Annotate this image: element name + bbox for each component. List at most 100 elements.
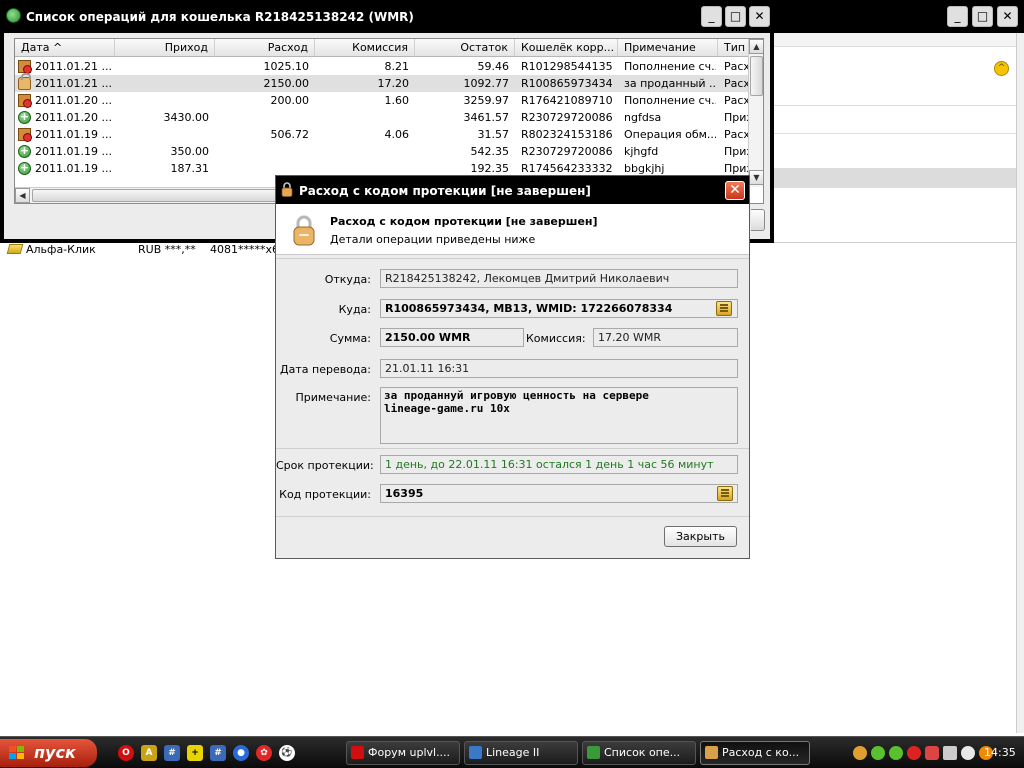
plus-icon: + xyxy=(18,110,31,124)
col-date-cell: 2011.01.21 ... xyxy=(35,77,112,90)
ops-maximize-button[interactable]: □ xyxy=(725,6,746,27)
col-date-cell: 2011.01.19 ... xyxy=(35,128,112,141)
main-maximize-button[interactable]: □ xyxy=(972,6,993,27)
tray-icon[interactable] xyxy=(961,746,975,760)
to-field[interactable]: R100865973434, MB13, WMID: 172266078334 xyxy=(380,299,738,318)
col-expense-cell: 200.00 xyxy=(270,94,310,107)
scroll-down-button[interactable]: ▼ xyxy=(749,170,763,185)
col-date-header[interactable]: Дата ^ xyxy=(15,39,115,57)
start-button[interactable]: пуск xyxy=(0,739,97,767)
from-field[interactable]: R218425138242, Лекомцев Дмитрий Николаев… xyxy=(380,269,738,288)
ops-minimize-button[interactable]: _ xyxy=(701,6,722,27)
app-icon[interactable]: ● xyxy=(233,745,249,761)
col-note-cell: Пополнение сч... xyxy=(624,94,716,107)
warning-icon[interactable]: ^ xyxy=(994,61,1009,76)
note-field[interactable]: за проданнуй игровую ценность на сервере… xyxy=(380,387,738,444)
address-book-icon[interactable] xyxy=(716,301,732,316)
taskbar-item[interactable]: Список опе... xyxy=(582,741,696,765)
lockbox-icon xyxy=(18,128,32,142)
lock-icon xyxy=(293,215,315,246)
soccer-icon[interactable]: ⚽ xyxy=(279,745,295,761)
list-item-alfa-click[interactable]: Альфа-Клик RUB ***,** 4081*****x6 xyxy=(6,242,279,256)
col-income-cell: 350.00 xyxy=(170,145,210,158)
taskbar-item[interactable]: Форум uplvl.... xyxy=(346,741,460,765)
protection-code-field[interactable]: 16395 xyxy=(380,484,738,503)
volume-icon[interactable] xyxy=(943,746,957,760)
col-note-cell: Пополнение сч... xyxy=(624,60,716,73)
dialog-header-subtitle: Детали операции приведены ниже xyxy=(330,233,536,246)
selected-list-row[interactable] xyxy=(740,168,1016,188)
ops-action-button[interactable] xyxy=(751,209,765,231)
copy-code-icon[interactable] xyxy=(717,486,733,501)
col-fee-cell: 8.21 xyxy=(384,60,410,73)
col-note-cell: Операция обм... xyxy=(624,128,716,141)
date-field[interactable]: 21.01.11 16:31 xyxy=(380,359,738,378)
col-wallet-header[interactable]: Кошелёк корр... xyxy=(515,39,618,57)
tray-icon[interactable] xyxy=(853,746,867,760)
table-row[interactable]: 2011.01.20 ... 200.00 1.60 3259.97 R17642108… xyxy=(15,92,750,109)
col-income-cell xyxy=(115,75,209,92)
scroll-left-button[interactable]: ◀ xyxy=(15,188,30,203)
col-balance-cell: 3461.57 xyxy=(463,111,510,124)
card-icon xyxy=(6,244,24,254)
dialog-close-icon[interactable]: ✕ xyxy=(725,181,745,200)
amount-label: Сумма: xyxy=(329,332,371,345)
app-icon[interactable]: ✿ xyxy=(256,745,272,761)
plus-icon: + xyxy=(18,144,31,158)
app-icon[interactable]: # xyxy=(210,745,226,761)
table-vertical-scrollbar[interactable]: ▲ ▼ xyxy=(748,39,763,187)
col-date-cell: 2011.01.19 ... xyxy=(35,145,112,158)
ops-close-button[interactable]: ✕ xyxy=(749,6,770,27)
protection-term-field[interactable]: 1 день, до 22.01.11 16:31 остался 1 день… xyxy=(380,455,738,474)
opera-icon[interactable]: O xyxy=(118,745,134,761)
opera-icon xyxy=(351,746,364,759)
webmoney-icon xyxy=(587,746,600,759)
col-income-cell xyxy=(115,126,209,143)
app-icon[interactable]: A xyxy=(141,745,157,761)
col-balance-cell: 31.57 xyxy=(477,128,510,141)
col-fee-header[interactable]: Комиссия xyxy=(315,39,415,57)
tray-icon[interactable] xyxy=(871,746,885,760)
taskbar-item[interactable]: Расход с ко... xyxy=(700,741,810,765)
col-note-header[interactable]: Примечание xyxy=(618,39,718,57)
main-close-button[interactable]: ✕ xyxy=(997,6,1018,27)
fee-field[interactable]: 17.20 WMR xyxy=(593,328,738,347)
lineage-icon xyxy=(469,746,482,759)
dialog-titlebar: Расход с кодом протекции [не завершен] ✕ xyxy=(276,176,749,204)
main-vertical-scrollbar[interactable] xyxy=(1016,33,1024,733)
col-expense-header[interactable]: Расход xyxy=(215,39,315,57)
col-income-header[interactable]: Приход xyxy=(115,39,215,57)
col-balance-header[interactable]: Остаток xyxy=(415,39,515,57)
divider xyxy=(774,105,1024,106)
col-fee-cell: 1.60 xyxy=(384,94,410,107)
taskbar-item[interactable]: Lineage II xyxy=(464,741,578,765)
tray-icon[interactable] xyxy=(925,746,939,760)
divider xyxy=(276,516,749,517)
operations-window-title: Список операций для кошелька R2184251382… xyxy=(26,10,414,24)
tray-icon[interactable] xyxy=(907,746,921,760)
col-date-cell: 2011.01.19 ... xyxy=(35,162,112,175)
scroll-up-button[interactable]: ▲ xyxy=(749,39,763,54)
operations-titlebar: Список операций для кошелька R2184251382… xyxy=(0,0,774,33)
main-minimize-button[interactable]: _ xyxy=(947,6,968,27)
col-wallet-cell: R101298544135 xyxy=(521,60,613,73)
lockbox-icon xyxy=(18,94,32,108)
table-row[interactable]: 2011.01.19 ... 506.72 4.06 31.57 R8023241531… xyxy=(15,126,750,143)
protection-code-label: Код протекции: xyxy=(279,488,371,501)
table-row[interactable]: 2011.01.21 ... 2150.00 17.20 1092.77 R100865… xyxy=(15,73,750,92)
divider xyxy=(276,448,749,449)
table-row[interactable]: 2011.01.21 ... 1025.10 8.21 59.46 R101298544… xyxy=(15,58,750,75)
table-row[interactable]: +2011.01.19 ... 350.00 542.35 R230729720086… xyxy=(15,143,753,160)
protection-dialog: Расход с кодом протекции [не завершен] ✕… xyxy=(275,175,750,559)
close-button[interactable]: Закрыть xyxy=(664,526,737,547)
app-icon[interactable]: + xyxy=(187,745,203,761)
col-fee-cell: 4.06 xyxy=(384,128,410,141)
tray-icon[interactable] xyxy=(889,746,903,760)
table-row[interactable]: +2011.01.20 ... 3430.00 3461.57 R2307297200… xyxy=(15,109,753,126)
webmoney-icon xyxy=(6,8,21,23)
col-income-cell xyxy=(115,58,209,75)
app-icon[interactable]: # xyxy=(164,745,180,761)
col-date-cell: 2011.01.20 ... xyxy=(35,111,112,124)
scroll-thumb[interactable] xyxy=(750,56,763,96)
amount-field[interactable]: 2150.00 WMR xyxy=(380,328,524,347)
